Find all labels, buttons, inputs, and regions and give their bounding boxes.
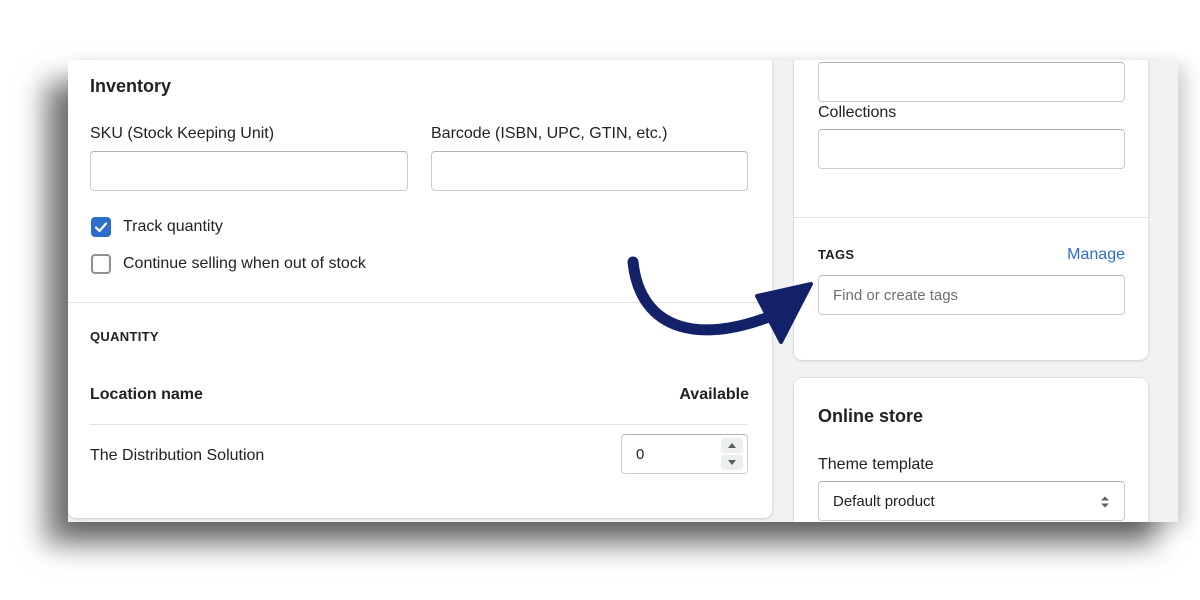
table-divider xyxy=(90,424,748,425)
online-store-title: Online store xyxy=(818,406,924,426)
track-quantity-checkbox[interactable] xyxy=(91,217,111,237)
online-store-card: Online store Theme template Default prod… xyxy=(794,378,1148,522)
product-type-input[interactable] xyxy=(818,62,1125,102)
available-column-header: Available xyxy=(679,386,749,403)
section-divider xyxy=(68,302,772,303)
sku-label: SKU (Stock Keeping Unit) xyxy=(90,125,275,142)
decrement-button[interactable] xyxy=(721,455,743,470)
continue-selling-label: Continue selling when out of stock xyxy=(123,255,366,272)
location-name-cell: The Distribution Solution xyxy=(90,447,265,464)
tags-input[interactable]: Find or create tags xyxy=(818,275,1125,315)
caret-down-icon xyxy=(728,460,736,465)
select-caret-icon xyxy=(1101,496,1109,508)
theme-template-select[interactable]: Default product xyxy=(818,481,1125,521)
available-quantity-value: 0 xyxy=(636,446,645,463)
barcode-label: Barcode (ISBN, UPC, GTIN, etc.) xyxy=(431,125,668,142)
increment-button[interactable] xyxy=(721,438,743,453)
track-quantity-label: Track quantity xyxy=(123,218,223,235)
collections-label: Collections xyxy=(818,104,897,121)
manage-tags-link[interactable]: Manage xyxy=(1067,246,1125,264)
theme-template-label: Theme template xyxy=(818,456,934,473)
organization-card: Collections TAGS Manage Find or create t… xyxy=(794,60,1148,360)
tags-input-placeholder: Find or create tags xyxy=(833,287,959,304)
section-divider xyxy=(794,217,1148,218)
checkmark-icon xyxy=(94,222,108,233)
collections-input[interactable] xyxy=(818,129,1125,169)
barcode-input[interactable] xyxy=(431,151,748,191)
location-name-column-header: Location name xyxy=(90,386,203,403)
inventory-card: Inventory SKU (Stock Keeping Unit) Barco… xyxy=(68,60,772,518)
available-quantity-stepper[interactable]: 0 xyxy=(621,434,748,474)
tags-heading: TAGS xyxy=(818,247,855,262)
continue-selling-checkbox[interactable] xyxy=(91,254,111,274)
theme-template-value: Default product xyxy=(833,493,935,510)
caret-up-icon xyxy=(728,443,736,448)
sku-input[interactable] xyxy=(90,151,408,191)
inventory-title: Inventory xyxy=(90,76,172,96)
quantity-heading: QUANTITY xyxy=(90,329,159,344)
screenshot-frame: Inventory SKU (Stock Keeping Unit) Barco… xyxy=(68,60,1178,522)
